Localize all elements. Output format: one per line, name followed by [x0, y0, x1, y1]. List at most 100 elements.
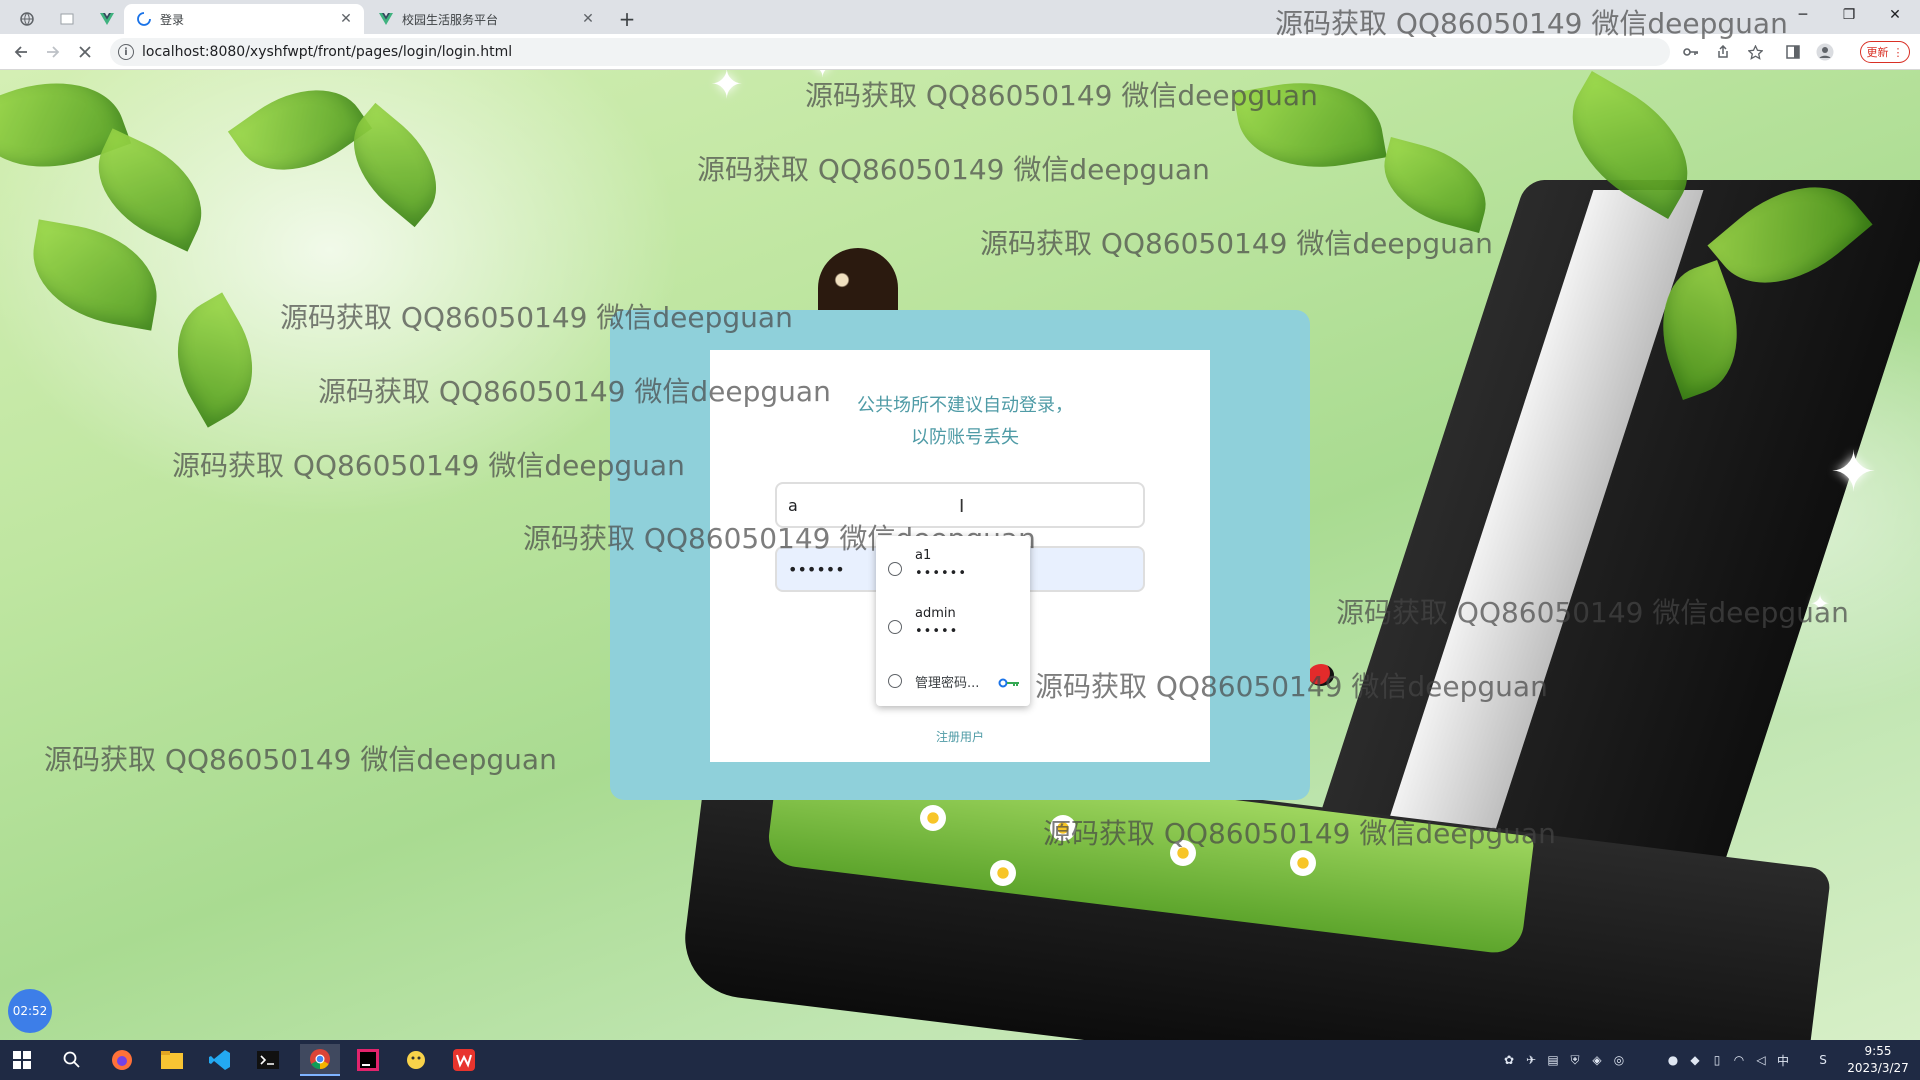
- update-label: 更新: [1866, 46, 1889, 59]
- ime-indicator[interactable]: 中: [1774, 1052, 1792, 1068]
- volume-icon[interactable]: ◁: [1752, 1052, 1770, 1068]
- tray-app-icon[interactable]: ✈: [1522, 1052, 1540, 1068]
- tab-title: 校园生活服务平台: [402, 12, 499, 27]
- search-icon[interactable]: [52, 1044, 92, 1076]
- globe-icon: [888, 620, 902, 634]
- chrome-icon[interactable]: [300, 1044, 340, 1076]
- leaf-decoration: [23, 219, 167, 331]
- vscode-icon[interactable]: [200, 1044, 240, 1076]
- arrow-left-icon: [14, 46, 27, 58]
- close-tab-icon[interactable]: ✕: [578, 9, 598, 29]
- battery-icon[interactable]: ▯: [1708, 1052, 1726, 1068]
- pinned-tab-1[interactable]: [12, 4, 42, 34]
- auto-login-notice: 公共场所不建议自动登录，以防账号丢失: [857, 395, 1073, 448]
- pinned-tab-3[interactable]: [92, 4, 122, 34]
- share-icon[interactable]: [1712, 41, 1734, 63]
- network-icon[interactable]: ◠: [1730, 1052, 1748, 1068]
- watermark-text: 源码获取 QQ86050149 微信deepguan: [805, 79, 1318, 112]
- watermark-text: 源码获取 QQ86050149 微信deepguan: [1043, 817, 1556, 850]
- clock-time: 9:55: [1864, 1044, 1892, 1058]
- site-info-icon[interactable]: i: [118, 44, 134, 60]
- watermark-text: 源码获取 QQ86050149 微信deepguan: [697, 153, 1210, 186]
- daisy-icon: [990, 860, 1016, 886]
- autofill-username: a1: [915, 548, 932, 563]
- terminal-icon[interactable]: [248, 1044, 288, 1076]
- watermark-text: 源码获取 QQ86050149 微信deepguan: [1035, 670, 1548, 703]
- globe-icon: [19, 11, 35, 27]
- tray-app-icon[interactable]: ✿: [1500, 1052, 1518, 1068]
- watermark-text: 源码获取 QQ86050149 微信deepguan: [280, 301, 793, 334]
- watermark-text: 源码获取 QQ86050149 微信deepguan: [1336, 596, 1849, 629]
- password-autofill-dropdown: a1 •••••• admin ••••• 管理密码...: [876, 536, 1030, 706]
- forward-button[interactable]: [40, 39, 66, 65]
- address-bar[interactable]: i localhost:8080/xyshfwpt/front/pages/lo…: [110, 38, 1670, 66]
- text-cursor-icon: I: [959, 496, 965, 517]
- security-shield-icon[interactable]: ⛨: [1566, 1052, 1584, 1068]
- side-panel-icon[interactable]: [1782, 41, 1804, 63]
- username-value: a: [788, 495, 798, 515]
- key-icon: [998, 678, 1019, 688]
- tab-login[interactable]: 登录 ✕: [124, 4, 364, 34]
- leaf-decoration: [152, 292, 278, 428]
- windows-taskbar: ✿ ✈ ▤ ⛨ ◈ ◎ ● ◆ ▯ ◠ ◁ 中 S 9:55 2023/3/27: [0, 1040, 1920, 1080]
- autofill-suggestion[interactable]: a1 ••••••: [876, 536, 1030, 592]
- intellij-icon[interactable]: [348, 1044, 388, 1076]
- close-tab-icon[interactable]: ✕: [336, 9, 356, 29]
- daisy-icon: [920, 805, 946, 831]
- pinned-tab-2[interactable]: [52, 4, 82, 34]
- autofill-username: admin: [915, 606, 956, 621]
- watermark-text: 源码获取 QQ86050149 微信deepguan: [318, 375, 831, 408]
- input-method-icon[interactable]: S: [1814, 1052, 1832, 1068]
- windows-start-icon[interactable]: [2, 1044, 42, 1076]
- profile-avatar-icon[interactable]: [1814, 41, 1836, 63]
- more-menu-icon: ⋮: [1892, 45, 1904, 59]
- tray-app-icon[interactable]: ◈: [1588, 1052, 1606, 1068]
- blank-page-icon: [59, 11, 75, 27]
- vue-logo-icon: [99, 11, 115, 27]
- globe-icon: [888, 562, 902, 576]
- chrome-logo-icon: [888, 674, 902, 688]
- wps-office-icon[interactable]: [444, 1044, 484, 1076]
- update-button[interactable]: 更新 ⋮: [1860, 41, 1910, 63]
- password-value: ••••••: [788, 559, 845, 579]
- bookmark-star-icon[interactable]: [1744, 41, 1766, 63]
- watermark-text: 源码获取 QQ86050149 微信deepguan: [980, 227, 1493, 260]
- timer-badge[interactable]: 02:52: [8, 989, 52, 1033]
- tray-app-icon[interactable]: ▤: [1544, 1052, 1562, 1068]
- chat-app-icon[interactable]: [396, 1044, 436, 1076]
- url-text: localhost:8080/xyshfwpt/front/pages/logi…: [142, 44, 513, 60]
- watermark-text: 源码获取 QQ86050149 微信deepguan: [172, 449, 685, 482]
- sparkle-decoration: ✦: [1830, 440, 1877, 505]
- manage-passwords-item[interactable]: 管理密码...: [876, 660, 1030, 700]
- watermark-text: 源码获取 QQ86050149 微信deepguan: [1275, 7, 1788, 40]
- password-key-icon[interactable]: [1680, 41, 1702, 63]
- watermark-text: 源码获取 QQ86050149 微信deepguan: [44, 743, 557, 776]
- daisy-icon: [1290, 850, 1316, 876]
- tab-title: 登录: [160, 12, 185, 27]
- register-link[interactable]: 注册用户: [710, 728, 1210, 745]
- leaf-decoration: [1372, 136, 1498, 234]
- autofill-suggestion[interactable]: admin •••••: [876, 594, 1030, 650]
- back-button[interactable]: [8, 39, 34, 65]
- loading-spinner-icon: [136, 11, 152, 27]
- vue-logo-icon: [378, 11, 394, 27]
- autofill-password: •••••: [915, 624, 959, 639]
- tray-app-icon[interactable]: ◆: [1686, 1052, 1704, 1068]
- close-icon: [79, 46, 91, 58]
- stop-loading-button[interactable]: [72, 39, 98, 65]
- firefox-icon[interactable]: [102, 1044, 142, 1076]
- new-tab-button[interactable]: +: [614, 6, 640, 32]
- qq-icon[interactable]: ●: [1664, 1052, 1682, 1068]
- arrow-right-icon: [47, 46, 60, 58]
- clock-date: 2023/3/27: [1847, 1061, 1909, 1075]
- autofill-password: ••••••: [915, 566, 968, 581]
- manage-passwords-label: 管理密码...: [915, 676, 980, 691]
- leaf-decoration: [227, 70, 373, 198]
- tab-campus-platform[interactable]: 校园生活服务平台 ✕: [366, 4, 606, 34]
- close-window-button[interactable]: ✕: [1872, 0, 1918, 30]
- tray-app-icon[interactable]: ◎: [1610, 1052, 1628, 1068]
- file-explorer-icon[interactable]: [152, 1044, 192, 1076]
- sparkle-decoration: ✦: [710, 70, 744, 108]
- system-clock[interactable]: 9:55 2023/3/27: [1840, 1043, 1916, 1077]
- restore-button[interactable]: ❐: [1826, 0, 1872, 30]
